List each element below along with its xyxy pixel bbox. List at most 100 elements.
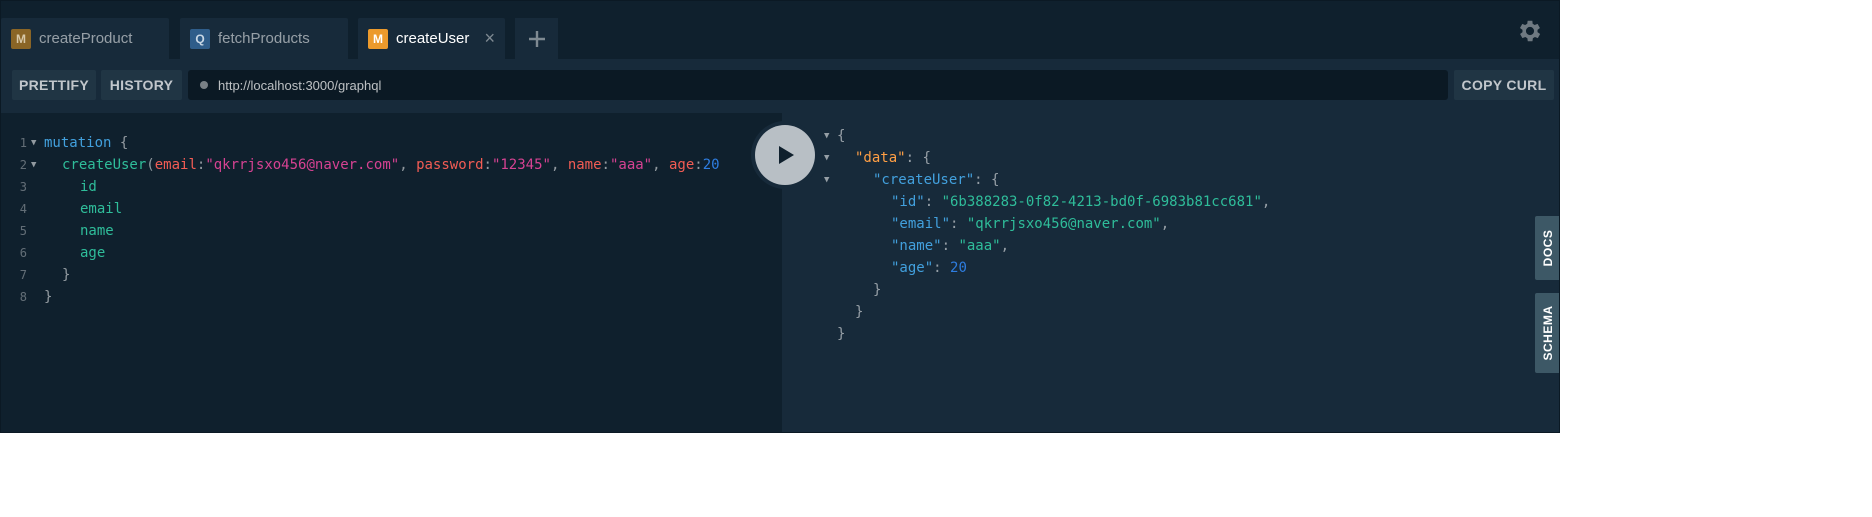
status-dot-icon xyxy=(200,81,208,89)
docs-tab[interactable]: DOCS xyxy=(1535,216,1559,280)
comma: , xyxy=(1160,216,1170,232)
code-line: mutation { xyxy=(44,132,128,154)
arg-name: age xyxy=(668,157,695,173)
tab-label: fetchProducts xyxy=(218,30,310,47)
arg-value: "aaa" xyxy=(609,157,653,173)
result-viewer: ▼ ▼ ▼ { "data": { "createUser": { "id": … xyxy=(782,113,1559,432)
brace: } xyxy=(855,304,864,320)
json-line: "id": "6b388283-0f82-4213-bd0f-6983b81cc… xyxy=(891,191,1270,213)
colon: : xyxy=(905,150,923,166)
brace: } xyxy=(837,326,846,342)
line-number: 1 xyxy=(19,136,27,150)
arg-name: email xyxy=(154,157,197,173)
json-key: "id" xyxy=(891,194,925,210)
query-editor[interactable]: 1 2 3 4 5 6 7 8 ▼ ▼ mutation { createUse… xyxy=(1,113,782,432)
brace: { xyxy=(837,128,846,144)
arg-value: 20 xyxy=(702,157,720,173)
mutation-badge: M xyxy=(368,28,388,49)
colon: : xyxy=(694,157,703,173)
json-value: 20 xyxy=(950,260,967,276)
json-line: "email": "qkrrjsxo456@naver.com", xyxy=(891,213,1169,235)
fold-arrow-icon[interactable]: ▼ xyxy=(824,169,829,191)
line-number: 4 xyxy=(19,202,27,216)
prettify-button[interactable]: PRETTIFY xyxy=(12,70,96,100)
operation-name: createUser xyxy=(62,157,147,173)
colon: : xyxy=(601,157,610,173)
comma: , xyxy=(399,157,417,173)
json-line: "age": 20 xyxy=(891,257,967,279)
paren: ( xyxy=(146,157,155,173)
toolbar: PRETTIFY HISTORY http://localhost:3000/g… xyxy=(1,59,1559,111)
close-icon[interactable]: × xyxy=(484,29,495,47)
colon: : xyxy=(483,157,492,173)
line-number: 8 xyxy=(19,290,27,304)
line-number: 6 xyxy=(19,246,27,260)
brace: } xyxy=(873,282,882,298)
schema-tab[interactable]: SCHEMA xyxy=(1535,293,1559,373)
comma: , xyxy=(1000,238,1010,254)
tab-label: createUser xyxy=(396,30,470,47)
json-value: "6b388283-0f82-4213-bd0f-6983b81cc681" xyxy=(941,194,1262,210)
endpoint-url-input[interactable]: http://localhost:3000/graphql xyxy=(188,70,1448,100)
line-number: 2 xyxy=(19,158,27,172)
keyword-mutation: mutation xyxy=(44,135,112,151)
play-icon xyxy=(755,125,815,185)
colon: : xyxy=(933,260,951,276)
colon: : xyxy=(974,172,992,188)
field-email: email xyxy=(80,201,123,217)
json-value: "aaa" xyxy=(958,238,1001,254)
arg-value: "qkrrjsxo456@naver.com" xyxy=(205,157,400,173)
gear-icon[interactable] xyxy=(1516,17,1544,45)
tab-label: createProduct xyxy=(39,30,133,47)
json-key: "age" xyxy=(891,260,934,276)
add-tab-icon[interactable] xyxy=(515,18,558,59)
json-line: "name": "aaa", xyxy=(891,235,1009,257)
arg-name: password xyxy=(416,157,484,173)
fold-arrow-icon[interactable]: ▼ xyxy=(31,132,36,154)
field-age: age xyxy=(80,245,106,261)
json-key: "createUser" xyxy=(873,172,975,188)
comma: , xyxy=(652,157,669,173)
json-key: "data" xyxy=(855,150,906,166)
tab-fetch-products[interactable]: Q fetchProducts xyxy=(180,18,348,59)
line-number: 7 xyxy=(19,268,27,282)
json-key: "name" xyxy=(891,238,942,254)
graphql-playground: M createProduct Q fetchProducts M create… xyxy=(0,0,1560,433)
colon: : xyxy=(941,238,959,254)
brace: } xyxy=(62,267,71,283)
tab-create-user[interactable]: M createUser × xyxy=(358,18,505,59)
json-line: "data": { xyxy=(855,147,931,169)
query-badge: Q xyxy=(190,28,210,49)
comma: , xyxy=(550,157,568,173)
docs-label: DOCS xyxy=(1541,229,1555,267)
tab-create-product[interactable]: M createProduct xyxy=(1,18,169,59)
field-id: id xyxy=(80,179,97,195)
fold-arrow-icon[interactable]: ▼ xyxy=(824,147,829,169)
fold-arrow-icon[interactable]: ▼ xyxy=(31,154,36,176)
copy-curl-button[interactable]: COPY CURL xyxy=(1454,70,1554,100)
arg-value: "12345" xyxy=(491,157,551,173)
colon: : xyxy=(950,216,967,232)
brace: { xyxy=(922,150,931,166)
line-number: 3 xyxy=(19,180,27,194)
fold-arrow-icon[interactable]: ▼ xyxy=(824,125,829,147)
schema-label: SCHEMA xyxy=(1541,305,1555,361)
brace: } xyxy=(44,289,53,305)
field-name: name xyxy=(80,223,114,239)
colon: : xyxy=(924,194,942,210)
app-root: M createProduct Q fetchProducts M create… xyxy=(0,0,1872,517)
brace: { xyxy=(119,135,129,151)
execute-query-button[interactable] xyxy=(751,121,819,189)
json-value: "qkrrjsxo456@naver.com" xyxy=(966,216,1161,232)
json-key: "email" xyxy=(891,216,951,232)
brace: { xyxy=(991,172,1000,188)
history-button[interactable]: HISTORY xyxy=(101,70,182,100)
mutation-badge: M xyxy=(11,28,31,49)
code-line: createUser(email: "qkrrjsxo456@naver.com"… xyxy=(62,154,720,176)
tab-bar: M createProduct Q fetchProducts M create… xyxy=(1,1,1559,59)
endpoint-url: http://localhost:3000/graphql xyxy=(218,77,382,93)
json-line: "createUser": { xyxy=(873,169,999,191)
comma: , xyxy=(1261,194,1271,210)
line-number: 5 xyxy=(19,224,27,238)
arg-name: name xyxy=(567,157,602,173)
